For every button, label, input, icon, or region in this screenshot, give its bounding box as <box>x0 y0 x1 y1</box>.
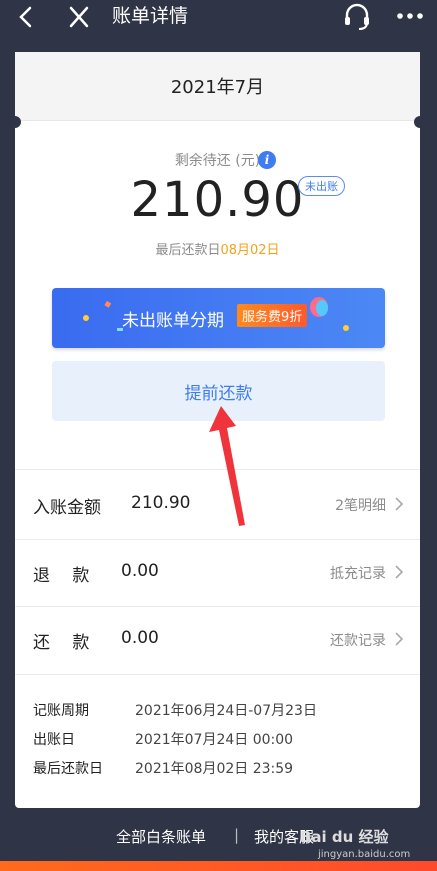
unbilled-badge: 未出账 <box>298 176 345 196</box>
detail-value: 2021年08月02日 23:59 <box>135 761 294 777</box>
row-label: 还 款 <box>33 633 90 653</box>
row-link[interactable]: 抵充记录 <box>330 563 386 583</box>
card-notch-right <box>414 116 426 128</box>
card-notch-left <box>9 116 21 128</box>
remaining-amount: 210.90 <box>130 172 305 228</box>
bill-month-header: 2021年7月 <box>15 52 420 121</box>
row-label: 入账金额 <box>33 498 101 518</box>
bill-row-repayment[interactable]: 还 款 0.00 还款记录 <box>15 607 420 673</box>
service-fee-tag: 服务费9折 <box>237 304 308 327</box>
row-value: 210.90 <box>131 493 191 513</box>
divider <box>15 674 420 675</box>
watermark-url: jingyan.baidu.com <box>318 849 411 860</box>
page-title: 账单详情 <box>112 5 189 27</box>
bottom-orange-bar[interactable] <box>0 861 437 871</box>
info-icon[interactable]: i <box>258 151 276 169</box>
more-options-icon[interactable] <box>395 5 425 27</box>
due-date-line: 最后还款日08月02日 <box>15 239 420 258</box>
detail-label: 记账周期 <box>33 703 89 719</box>
row-value: 0.00 <box>121 561 159 581</box>
bill-row-refund[interactable]: 退 款 0.00 抵充记录 <box>15 540 420 606</box>
back-arrow-icon[interactable] <box>14 5 40 29</box>
watermark: Bai du 经验 <box>300 828 389 846</box>
annotation-arrow <box>209 406 245 526</box>
customer-service-headset-icon[interactable] <box>342 3 372 31</box>
due-date-value: 08月02日 <box>220 243 280 258</box>
row-link[interactable]: 2笔明细 <box>335 495 386 515</box>
due-date-prefix: 最后还款日 <box>155 243 221 258</box>
detail-value: 2021年07月24日 00:00 <box>135 732 294 748</box>
installment-label: 未出账单分期 <box>122 311 224 331</box>
installment-button[interactable]: 未出账单分期 服务费9折 <box>52 288 385 348</box>
confetti-icon <box>104 301 112 308</box>
remaining-label: 剩余待还 (元) <box>174 153 261 169</box>
chevron-right-icon <box>395 497 404 511</box>
detail-label: 出账日 <box>33 732 75 748</box>
row-link[interactable]: 还款记录 <box>330 630 386 650</box>
top-bar: 账单详情 <box>0 0 437 34</box>
balloon-icon <box>310 297 328 317</box>
confetti-icon <box>343 325 349 331</box>
detail-value: 2021年06月24日-07月23日 <box>135 703 317 719</box>
row-label: 退 款 <box>33 566 90 586</box>
chevron-right-icon <box>395 632 404 646</box>
close-icon[interactable] <box>66 5 92 29</box>
all-bills-link[interactable]: 全部白条账单 <box>116 826 206 847</box>
row-value: 0.00 <box>121 628 159 648</box>
chevron-right-icon <box>395 565 404 579</box>
detail-label: 最后还款日 <box>33 761 103 777</box>
footer-separator: | <box>234 826 240 844</box>
confetti-icon <box>83 315 89 321</box>
